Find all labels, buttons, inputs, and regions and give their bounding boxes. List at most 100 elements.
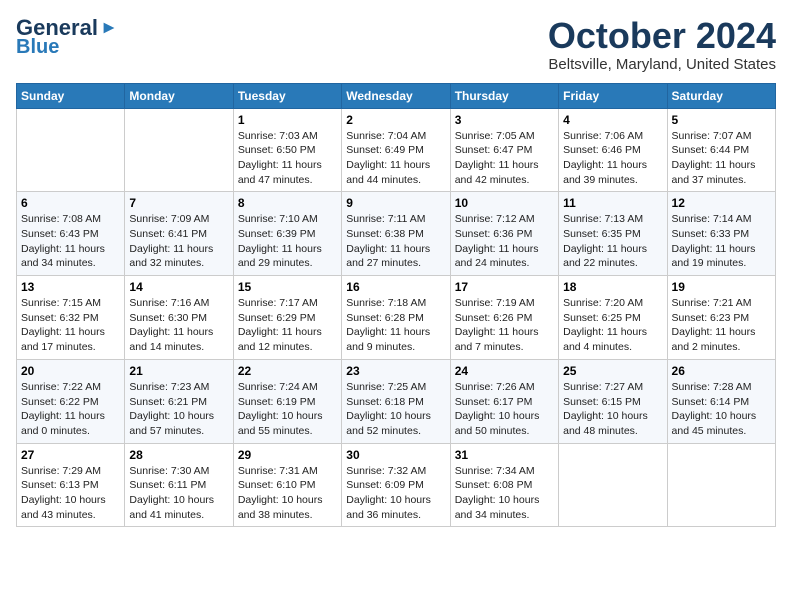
- day-number: 16: [346, 280, 445, 294]
- calendar-week-4: 20 Sunrise: 7:22 AMSunset: 6:22 PMDaylig…: [17, 359, 776, 443]
- col-header-wednesday: Wednesday: [342, 83, 450, 108]
- day-number: 10: [455, 196, 554, 210]
- day-info: Sunrise: 7:17 AMSunset: 6:29 PMDaylight:…: [238, 297, 322, 353]
- calendar-day: 7 Sunrise: 7:09 AMSunset: 6:41 PMDayligh…: [125, 192, 233, 276]
- day-number: 8: [238, 196, 337, 210]
- day-number: 17: [455, 280, 554, 294]
- calendar-week-1: 1 Sunrise: 7:03 AMSunset: 6:50 PMDayligh…: [17, 108, 776, 192]
- day-number: 6: [21, 196, 120, 210]
- day-number: 30: [346, 448, 445, 462]
- day-info: Sunrise: 7:14 AMSunset: 6:33 PMDaylight:…: [672, 213, 756, 269]
- calendar-day: [559, 443, 667, 527]
- day-info: Sunrise: 7:08 AMSunset: 6:43 PMDaylight:…: [21, 213, 105, 269]
- calendar-day: 14 Sunrise: 7:16 AMSunset: 6:30 PMDaylig…: [125, 276, 233, 360]
- calendar-day: 6 Sunrise: 7:08 AMSunset: 6:43 PMDayligh…: [17, 192, 125, 276]
- calendar-day: 10 Sunrise: 7:12 AMSunset: 6:36 PMDaylig…: [450, 192, 558, 276]
- calendar-day: 8 Sunrise: 7:10 AMSunset: 6:39 PMDayligh…: [233, 192, 341, 276]
- day-number: 19: [672, 280, 771, 294]
- day-number: 24: [455, 364, 554, 378]
- day-number: 31: [455, 448, 554, 462]
- day-info: Sunrise: 7:05 AMSunset: 6:47 PMDaylight:…: [455, 130, 539, 186]
- col-header-saturday: Saturday: [667, 83, 775, 108]
- day-info: Sunrise: 7:24 AMSunset: 6:19 PMDaylight:…: [238, 381, 323, 437]
- day-number: 5: [672, 113, 771, 127]
- logo-arrow-icon: [100, 19, 118, 37]
- calendar-day: 22 Sunrise: 7:24 AMSunset: 6:19 PMDaylig…: [233, 359, 341, 443]
- calendar-day: 5 Sunrise: 7:07 AMSunset: 6:44 PMDayligh…: [667, 108, 775, 192]
- day-number: 7: [129, 196, 228, 210]
- calendar-day: 4 Sunrise: 7:06 AMSunset: 6:46 PMDayligh…: [559, 108, 667, 192]
- day-info: Sunrise: 7:27 AMSunset: 6:15 PMDaylight:…: [563, 381, 648, 437]
- logo-text-blue: Blue: [16, 36, 59, 58]
- calendar-day: 13 Sunrise: 7:15 AMSunset: 6:32 PMDaylig…: [17, 276, 125, 360]
- day-info: Sunrise: 7:15 AMSunset: 6:32 PMDaylight:…: [21, 297, 105, 353]
- day-info: Sunrise: 7:16 AMSunset: 6:30 PMDaylight:…: [129, 297, 213, 353]
- calendar-day: 21 Sunrise: 7:23 AMSunset: 6:21 PMDaylig…: [125, 359, 233, 443]
- col-header-thursday: Thursday: [450, 83, 558, 108]
- day-number: 22: [238, 364, 337, 378]
- calendar-day: 20 Sunrise: 7:22 AMSunset: 6:22 PMDaylig…: [17, 359, 125, 443]
- day-info: Sunrise: 7:31 AMSunset: 6:10 PMDaylight:…: [238, 465, 323, 521]
- day-info: Sunrise: 7:32 AMSunset: 6:09 PMDaylight:…: [346, 465, 431, 521]
- day-info: Sunrise: 7:21 AMSunset: 6:23 PMDaylight:…: [672, 297, 756, 353]
- day-number: 1: [238, 113, 337, 127]
- title-section: October 2024 Beltsville, Maryland, Unite…: [548, 16, 776, 73]
- calendar-day: [667, 443, 775, 527]
- calendar-day: 24 Sunrise: 7:26 AMSunset: 6:17 PMDaylig…: [450, 359, 558, 443]
- calendar-body: 1 Sunrise: 7:03 AMSunset: 6:50 PMDayligh…: [17, 108, 776, 527]
- day-number: 25: [563, 364, 662, 378]
- col-header-monday: Monday: [125, 83, 233, 108]
- calendar-day: [125, 108, 233, 192]
- day-number: 9: [346, 196, 445, 210]
- day-number: 2: [346, 113, 445, 127]
- day-info: Sunrise: 7:07 AMSunset: 6:44 PMDaylight:…: [672, 130, 756, 186]
- day-info: Sunrise: 7:22 AMSunset: 6:22 PMDaylight:…: [21, 381, 105, 437]
- day-info: Sunrise: 7:28 AMSunset: 6:14 PMDaylight:…: [672, 381, 757, 437]
- calendar-day: 11 Sunrise: 7:13 AMSunset: 6:35 PMDaylig…: [559, 192, 667, 276]
- day-number: 27: [21, 448, 120, 462]
- day-info: Sunrise: 7:18 AMSunset: 6:28 PMDaylight:…: [346, 297, 430, 353]
- day-number: 4: [563, 113, 662, 127]
- calendar-week-3: 13 Sunrise: 7:15 AMSunset: 6:32 PMDaylig…: [17, 276, 776, 360]
- day-number: 15: [238, 280, 337, 294]
- col-header-sunday: Sunday: [17, 83, 125, 108]
- day-number: 26: [672, 364, 771, 378]
- calendar-week-2: 6 Sunrise: 7:08 AMSunset: 6:43 PMDayligh…: [17, 192, 776, 276]
- day-info: Sunrise: 7:13 AMSunset: 6:35 PMDaylight:…: [563, 213, 647, 269]
- col-header-tuesday: Tuesday: [233, 83, 341, 108]
- calendar-day: 23 Sunrise: 7:25 AMSunset: 6:18 PMDaylig…: [342, 359, 450, 443]
- calendar-day: 9 Sunrise: 7:11 AMSunset: 6:38 PMDayligh…: [342, 192, 450, 276]
- calendar-day: 3 Sunrise: 7:05 AMSunset: 6:47 PMDayligh…: [450, 108, 558, 192]
- calendar-day: 27 Sunrise: 7:29 AMSunset: 6:13 PMDaylig…: [17, 443, 125, 527]
- calendar-day: 2 Sunrise: 7:04 AMSunset: 6:49 PMDayligh…: [342, 108, 450, 192]
- calendar-day: 28 Sunrise: 7:30 AMSunset: 6:11 PMDaylig…: [125, 443, 233, 527]
- calendar-day: 1 Sunrise: 7:03 AMSunset: 6:50 PMDayligh…: [233, 108, 341, 192]
- calendar-day: 25 Sunrise: 7:27 AMSunset: 6:15 PMDaylig…: [559, 359, 667, 443]
- calendar-day: 17 Sunrise: 7:19 AMSunset: 6:26 PMDaylig…: [450, 276, 558, 360]
- day-number: 29: [238, 448, 337, 462]
- day-number: 11: [563, 196, 662, 210]
- calendar-header-row: SundayMondayTuesdayWednesdayThursdayFrid…: [17, 83, 776, 108]
- calendar-day: [17, 108, 125, 192]
- day-info: Sunrise: 7:09 AMSunset: 6:41 PMDaylight:…: [129, 213, 213, 269]
- day-info: Sunrise: 7:19 AMSunset: 6:26 PMDaylight:…: [455, 297, 539, 353]
- day-info: Sunrise: 7:26 AMSunset: 6:17 PMDaylight:…: [455, 381, 540, 437]
- day-number: 21: [129, 364, 228, 378]
- day-number: 13: [21, 280, 120, 294]
- calendar-day: 31 Sunrise: 7:34 AMSunset: 6:08 PMDaylig…: [450, 443, 558, 527]
- day-info: Sunrise: 7:11 AMSunset: 6:38 PMDaylight:…: [346, 213, 430, 269]
- calendar-day: 19 Sunrise: 7:21 AMSunset: 6:23 PMDaylig…: [667, 276, 775, 360]
- day-number: 20: [21, 364, 120, 378]
- day-info: Sunrise: 7:04 AMSunset: 6:49 PMDaylight:…: [346, 130, 430, 186]
- day-info: Sunrise: 7:30 AMSunset: 6:11 PMDaylight:…: [129, 465, 214, 521]
- page-header: General Blue October 2024 Beltsville, Ma…: [16, 16, 776, 73]
- calendar-day: 15 Sunrise: 7:17 AMSunset: 6:29 PMDaylig…: [233, 276, 341, 360]
- calendar-day: 29 Sunrise: 7:31 AMSunset: 6:10 PMDaylig…: [233, 443, 341, 527]
- col-header-friday: Friday: [559, 83, 667, 108]
- day-info: Sunrise: 7:10 AMSunset: 6:39 PMDaylight:…: [238, 213, 322, 269]
- calendar-day: 18 Sunrise: 7:20 AMSunset: 6:25 PMDaylig…: [559, 276, 667, 360]
- day-info: Sunrise: 7:23 AMSunset: 6:21 PMDaylight:…: [129, 381, 214, 437]
- day-info: Sunrise: 7:25 AMSunset: 6:18 PMDaylight:…: [346, 381, 431, 437]
- calendar-day: 26 Sunrise: 7:28 AMSunset: 6:14 PMDaylig…: [667, 359, 775, 443]
- day-number: 23: [346, 364, 445, 378]
